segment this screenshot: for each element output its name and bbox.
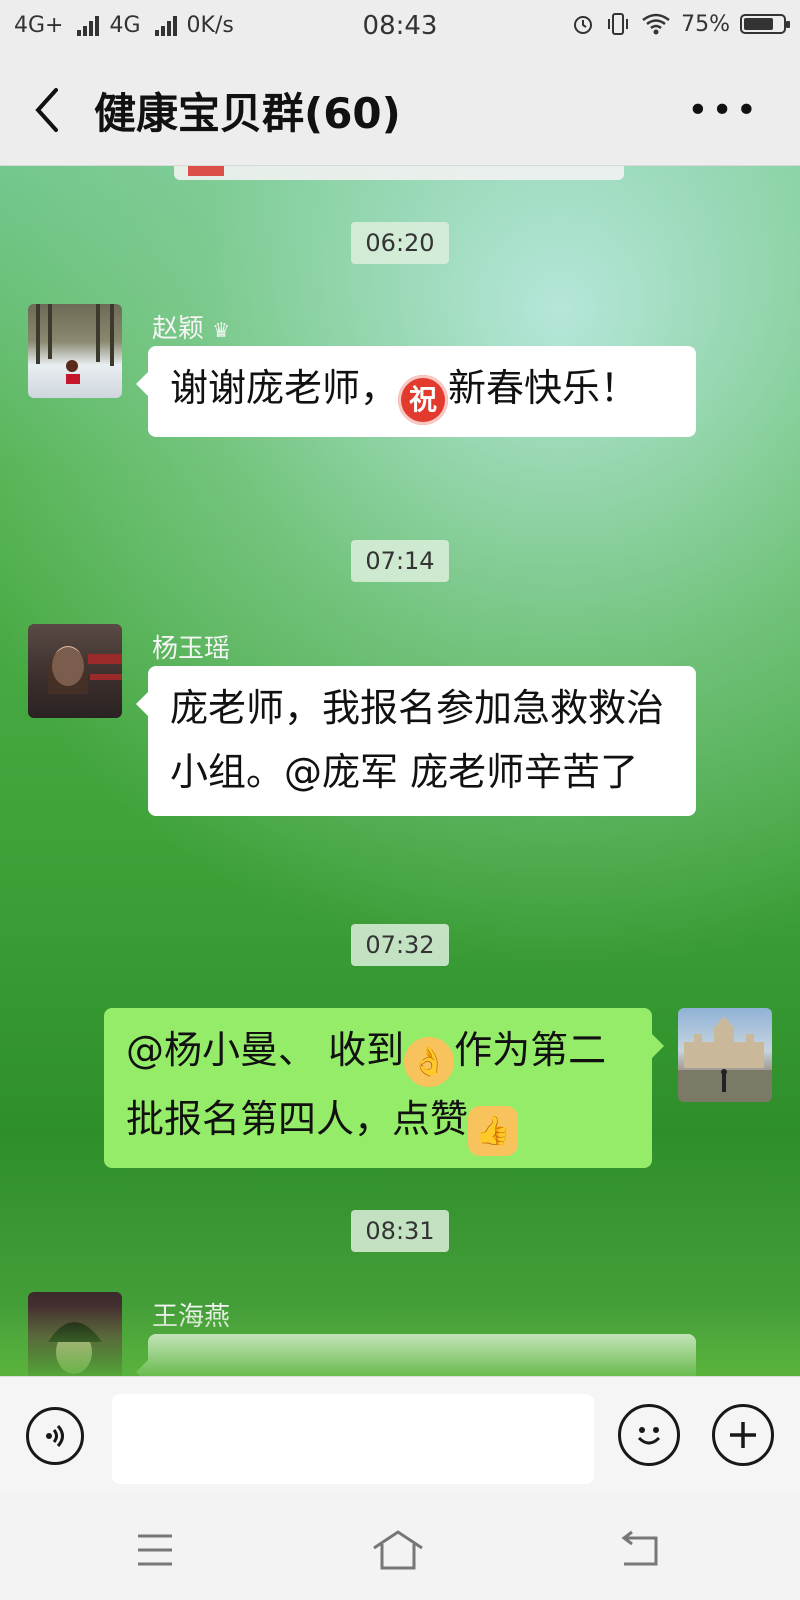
message-text: 谢谢庞老师， (170, 366, 399, 410)
menu-icon (138, 1534, 172, 1566)
avatar[interactable] (28, 304, 122, 398)
emoji-button[interactable] (618, 1404, 680, 1466)
timestamp: 08:31 (0, 1210, 800, 1252)
timestamp: 06:20 (0, 222, 800, 264)
ok-hand-emoji-icon: 👌 (404, 1037, 455, 1087)
home-nav-button[interactable] (368, 1528, 428, 1572)
message-text: 庞老师，我报名参加急救救治小组。@庞军 庞老师辛苦了 (170, 686, 665, 794)
crown-icon: ♛ (212, 318, 231, 342)
wifi-icon (642, 13, 670, 35)
back-button[interactable] (28, 84, 68, 136)
voice-icon (46, 1424, 64, 1448)
avatar[interactable] (28, 624, 122, 718)
back-arrow-icon (35, 88, 58, 132)
battery-fill (744, 18, 773, 30)
input-bar (0, 1376, 800, 1492)
chat-area[interactable]: 06:20 赵颖 ♛ 谢谢庞老师，祝新春快乐！ 07:14 杨玉瑶 庞老师，我报… (0, 166, 800, 1376)
timestamp: 07:32 (0, 924, 800, 966)
add-more-button[interactable] (712, 1404, 774, 1466)
status-bar: 4G+ 4G 0K/s 08:43 75% (0, 0, 800, 54)
return-icon (621, 1530, 658, 1566)
thumbs-up-emoji-icon: 👍 (468, 1106, 519, 1156)
message-text: @杨小曼、 收到 (126, 1028, 405, 1072)
voice-button[interactable] (26, 1407, 84, 1465)
chat-header: 健康宝贝群(60) ••• (0, 54, 800, 166)
more-options-button[interactable]: ••• (687, 90, 760, 131)
home-icon (373, 1530, 423, 1570)
alarm-icon (574, 16, 593, 34)
battery-icon (740, 14, 790, 34)
back-nav-button[interactable] (612, 1528, 672, 1572)
page-title: 健康宝贝群(60) (94, 89, 401, 138)
battery-percent: 75% (681, 11, 730, 37)
message-bubble[interactable]: 谢谢庞老师，祝新春快乐！ (136, 346, 696, 437)
status-right: 75% (571, 11, 790, 37)
message-bubble[interactable]: 庞老师，我报名参加急救救治小组。@庞军 庞老师辛苦了 (136, 666, 696, 816)
partial-message (174, 166, 624, 180)
plus-icon (730, 1422, 756, 1448)
system-navigation-bar (0, 1492, 800, 1600)
vibrate-icon (608, 13, 629, 35)
zhu-emoji-icon: 祝 (398, 375, 449, 425)
menu-nav-button[interactable] (126, 1528, 186, 1572)
timestamp: 07:14 (0, 540, 800, 582)
sender-name: 赵颖 ♛ (152, 314, 231, 344)
my-message-bubble[interactable]: @杨小曼、 收到 👌 作为第二批报名第四人，点赞 👍 (104, 1008, 664, 1168)
background-grass (0, 1306, 800, 1376)
smile-icon (637, 1427, 661, 1445)
message-text: 新春快乐！ (448, 366, 639, 410)
sender-name: 杨玉瑶 (152, 634, 231, 664)
my-avatar[interactable] (678, 1008, 772, 1102)
message-input[interactable] (112, 1394, 594, 1484)
